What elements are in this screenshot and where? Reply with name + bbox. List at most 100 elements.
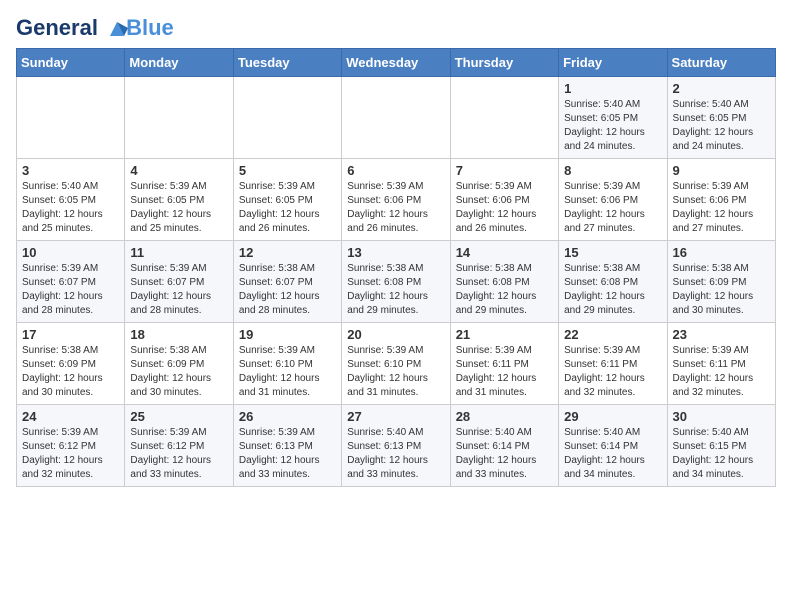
- cell-info: Sunrise: 5:39 AM Sunset: 6:11 PM Dayligh…: [564, 344, 661, 400]
- day-number: 7: [456, 163, 553, 178]
- cell-info: Sunrise: 5:39 AM Sunset: 6:07 PM Dayligh…: [22, 262, 119, 318]
- calendar-cell: 4 Sunrise: 5:39 AM Sunset: 6:05 PM Daylig…: [125, 159, 233, 241]
- calendar-cell: 7 Sunrise: 5:39 AM Sunset: 6:06 PM Daylig…: [450, 159, 558, 241]
- cell-info: Sunrise: 5:39 AM Sunset: 6:12 PM Dayligh…: [130, 426, 227, 482]
- cell-info: Sunrise: 5:38 AM Sunset: 6:07 PM Dayligh…: [239, 262, 336, 318]
- day-number: 13: [347, 245, 444, 260]
- calendar-cell: 20 Sunrise: 5:39 AM Sunset: 6:10 PM Dayli…: [342, 323, 450, 405]
- cell-info: Sunrise: 5:40 AM Sunset: 6:14 PM Dayligh…: [564, 426, 661, 482]
- cell-info: Sunrise: 5:40 AM Sunset: 6:05 PM Dayligh…: [564, 98, 661, 154]
- calendar-cell: [342, 77, 450, 159]
- calendar-cell: 28 Sunrise: 5:40 AM Sunset: 6:14 PM Dayli…: [450, 405, 558, 487]
- cell-info: Sunrise: 5:39 AM Sunset: 6:06 PM Dayligh…: [673, 180, 770, 236]
- calendar-cell: [17, 77, 125, 159]
- cell-info: Sunrise: 5:39 AM Sunset: 6:10 PM Dayligh…: [347, 344, 444, 400]
- cell-info: Sunrise: 5:40 AM Sunset: 6:05 PM Dayligh…: [22, 180, 119, 236]
- cell-info: Sunrise: 5:40 AM Sunset: 6:05 PM Dayligh…: [673, 98, 770, 154]
- cell-info: Sunrise: 5:39 AM Sunset: 6:05 PM Dayligh…: [239, 180, 336, 236]
- calendar-cell: 15 Sunrise: 5:38 AM Sunset: 6:08 PM Dayli…: [559, 241, 667, 323]
- calendar-cell: 25 Sunrise: 5:39 AM Sunset: 6:12 PM Dayli…: [125, 405, 233, 487]
- calendar-cell: [450, 77, 558, 159]
- day-number: 29: [564, 409, 661, 424]
- weekday-header-wednesday: Wednesday: [342, 49, 450, 77]
- weekday-header-saturday: Saturday: [667, 49, 775, 77]
- cell-info: Sunrise: 5:38 AM Sunset: 6:09 PM Dayligh…: [130, 344, 227, 400]
- day-number: 11: [130, 245, 227, 260]
- day-number: 1: [564, 81, 661, 96]
- cell-info: Sunrise: 5:39 AM Sunset: 6:11 PM Dayligh…: [456, 344, 553, 400]
- cell-info: Sunrise: 5:39 AM Sunset: 6:06 PM Dayligh…: [347, 180, 444, 236]
- calendar-cell: 17Sunrise: 5:38 AM Sunset: 6:09 PM Dayli…: [17, 323, 125, 405]
- calendar-cell: 14 Sunrise: 5:38 AM Sunset: 6:08 PM Dayli…: [450, 241, 558, 323]
- calendar-cell: 22 Sunrise: 5:39 AM Sunset: 6:11 PM Dayli…: [559, 323, 667, 405]
- calendar-cell: 24 Sunrise: 5:39 AM Sunset: 6:12 PM Dayli…: [17, 405, 125, 487]
- day-number: 28: [456, 409, 553, 424]
- cell-info: Sunrise: 5:39 AM Sunset: 6:12 PM Dayligh…: [22, 426, 119, 482]
- day-number: 19: [239, 327, 336, 342]
- calendar-cell: 21 Sunrise: 5:39 AM Sunset: 6:11 PM Dayli…: [450, 323, 558, 405]
- calendar-cell: 5 Sunrise: 5:39 AM Sunset: 6:05 PM Daylig…: [233, 159, 341, 241]
- calendar-cell: [125, 77, 233, 159]
- day-number: 8: [564, 163, 661, 178]
- calendar-cell: 1 Sunrise: 5:40 AM Sunset: 6:05 PM Daylig…: [559, 77, 667, 159]
- calendar-cell: 19Sunrise: 5:39 AM Sunset: 6:10 PM Dayli…: [233, 323, 341, 405]
- day-number: 16: [673, 245, 770, 260]
- calendar-cell: 23 Sunrise: 5:39 AM Sunset: 6:11 PM Dayli…: [667, 323, 775, 405]
- page-header: General Blue: [16, 16, 776, 40]
- cell-info: Sunrise: 5:39 AM Sunset: 6:07 PM Dayligh…: [130, 262, 227, 318]
- calendar-cell: 13 Sunrise: 5:38 AM Sunset: 6:08 PM Dayli…: [342, 241, 450, 323]
- weekday-header-tuesday: Tuesday: [233, 49, 341, 77]
- day-number: 24: [22, 409, 119, 424]
- weekday-header-sunday: Sunday: [17, 49, 125, 77]
- day-number: 27: [347, 409, 444, 424]
- calendar-cell: 6 Sunrise: 5:39 AM Sunset: 6:06 PM Daylig…: [342, 159, 450, 241]
- day-number: 26: [239, 409, 336, 424]
- day-number: 14: [456, 245, 553, 260]
- calendar-cell: [233, 77, 341, 159]
- day-number: 22: [564, 327, 661, 342]
- day-number: 10: [22, 245, 119, 260]
- cell-info: Sunrise: 5:39 AM Sunset: 6:05 PM Dayligh…: [130, 180, 227, 236]
- cell-info: Sunrise: 5:39 AM Sunset: 6:11 PM Dayligh…: [673, 344, 770, 400]
- calendar-cell: 16 Sunrise: 5:38 AM Sunset: 6:09 PM Dayli…: [667, 241, 775, 323]
- logo-general: General: [16, 15, 98, 40]
- day-number: 25: [130, 409, 227, 424]
- day-number: 5: [239, 163, 336, 178]
- day-number: 3: [22, 163, 119, 178]
- cell-info: Sunrise: 5:40 AM Sunset: 6:13 PM Dayligh…: [347, 426, 444, 482]
- cell-info: Sunrise: 5:38 AM Sunset: 6:08 PM Dayligh…: [347, 262, 444, 318]
- day-number: 18: [130, 327, 227, 342]
- logo: General Blue: [16, 16, 174, 40]
- cell-info: Sunrise: 5:40 AM Sunset: 6:15 PM Dayligh…: [673, 426, 770, 482]
- calendar-cell: 26 Sunrise: 5:39 AM Sunset: 6:13 PM Dayli…: [233, 405, 341, 487]
- logo-icon: [106, 18, 128, 40]
- day-number: 4: [130, 163, 227, 178]
- cell-info: Sunrise: 5:38 AM Sunset: 6:09 PM Dayligh…: [673, 262, 770, 318]
- weekday-header-friday: Friday: [559, 49, 667, 77]
- calendar-cell: 8Sunrise: 5:39 AM Sunset: 6:06 PM Daylig…: [559, 159, 667, 241]
- day-number: 21: [456, 327, 553, 342]
- cell-info: Sunrise: 5:38 AM Sunset: 6:08 PM Dayligh…: [564, 262, 661, 318]
- weekday-header-thursday: Thursday: [450, 49, 558, 77]
- cell-info: Sunrise: 5:39 AM Sunset: 6:13 PM Dayligh…: [239, 426, 336, 482]
- cell-info: Sunrise: 5:40 AM Sunset: 6:14 PM Dayligh…: [456, 426, 553, 482]
- logo-blue: Blue: [126, 15, 174, 40]
- calendar-cell: 3 Sunrise: 5:40 AM Sunset: 6:05 PM Daylig…: [17, 159, 125, 241]
- calendar-cell: 2 Sunrise: 5:40 AM Sunset: 6:05 PM Daylig…: [667, 77, 775, 159]
- cell-info: Sunrise: 5:38 AM Sunset: 6:08 PM Dayligh…: [456, 262, 553, 318]
- calendar-cell: 9 Sunrise: 5:39 AM Sunset: 6:06 PM Daylig…: [667, 159, 775, 241]
- day-number: 2: [673, 81, 770, 96]
- day-number: 15: [564, 245, 661, 260]
- weekday-header-monday: Monday: [125, 49, 233, 77]
- day-number: 20: [347, 327, 444, 342]
- cell-info: Sunrise: 5:38 AM Sunset: 6:09 PM Dayligh…: [22, 344, 119, 400]
- day-number: 6: [347, 163, 444, 178]
- cell-info: Sunrise: 5:39 AM Sunset: 6:06 PM Dayligh…: [456, 180, 553, 236]
- day-number: 9: [673, 163, 770, 178]
- day-number: 12: [239, 245, 336, 260]
- day-number: 23: [673, 327, 770, 342]
- calendar-cell: 12 Sunrise: 5:38 AM Sunset: 6:07 PM Dayli…: [233, 241, 341, 323]
- calendar-table: SundayMondayTuesdayWednesdayThursdayFrid…: [16, 48, 776, 487]
- calendar-cell: 18 Sunrise: 5:38 AM Sunset: 6:09 PM Dayli…: [125, 323, 233, 405]
- calendar-cell: 29 Sunrise: 5:40 AM Sunset: 6:14 PM Dayli…: [559, 405, 667, 487]
